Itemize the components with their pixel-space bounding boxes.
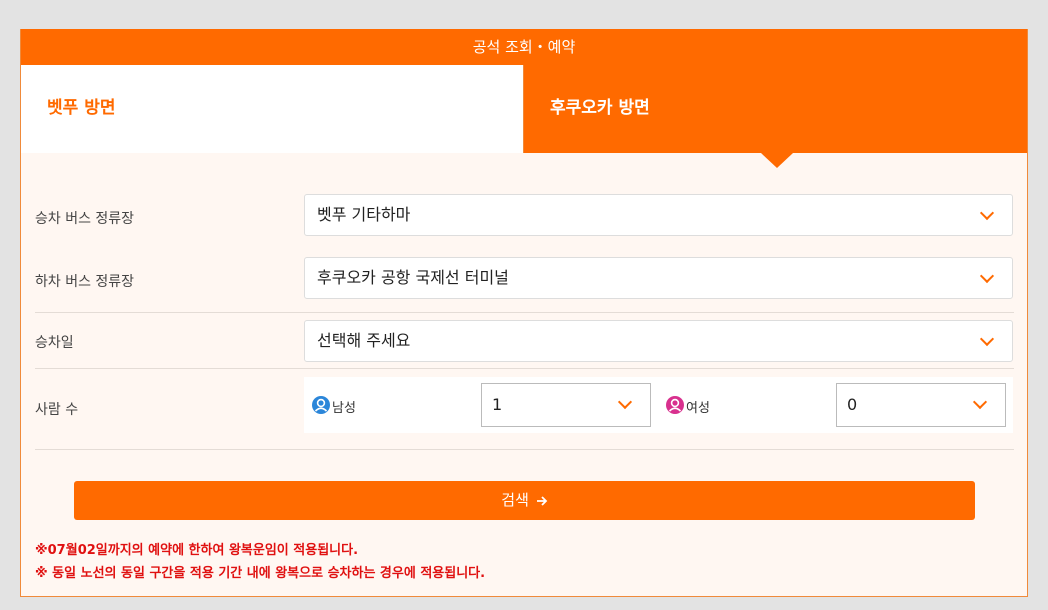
reservation-panel: 공석 조회・예약 벳푸 방면 후쿠오카 방면 승차 버스 정류장 벳푸 기타하마…: [20, 29, 1028, 597]
alighting-stop-value: 후쿠오카 공항 국제선 터미널: [317, 268, 509, 287]
male-count-select[interactable]: 1: [481, 383, 651, 427]
male-person-icon: [312, 396, 330, 414]
male-count-value: 1: [492, 395, 503, 414]
female-label: 여성: [686, 401, 710, 416]
date-label: 승차일: [35, 335, 74, 351]
alighting-stop-select[interactable]: 후쿠오카 공항 국제선 터미널: [304, 257, 1013, 299]
people-label: 사람 수: [35, 402, 79, 418]
fare-note: ※07월02일까지의 예약에 한하여 왕복운임이 적용됩니다.: [35, 543, 359, 558]
search-button-label: 검색: [501, 491, 529, 509]
female-count-select[interactable]: 0: [836, 383, 1006, 427]
divider: [35, 368, 1014, 369]
fare-condition-note: ※ 동일 노선의 동일 구간을 적용 기간 내에 왕복으로 승차하는 경우에 적…: [35, 566, 486, 581]
panel-title: 공석 조회・예약: [472, 38, 576, 56]
people-selector: 남성 1 여성 0: [304, 377, 1013, 433]
female-count-value: 0: [847, 395, 858, 414]
divider: [35, 449, 1014, 450]
chevron-down-icon: [617, 394, 633, 410]
tab-beppu[interactable]: 벳푸 방면: [21, 65, 524, 153]
date-select[interactable]: 선택해 주세요: [304, 320, 1013, 362]
female-person-icon: [666, 396, 684, 414]
boarding-stop-value: 벳푸 기타하마: [317, 205, 411, 224]
alighting-stop-label: 하차 버스 정류장: [35, 274, 135, 290]
tab-beppu-label: 벳푸 방면: [47, 98, 116, 118]
tab-fukuoka[interactable]: 후쿠오카 방면: [524, 65, 1027, 168]
chevron-down-icon: [979, 205, 995, 221]
divider: [35, 312, 1014, 313]
chevron-down-icon: [979, 268, 995, 284]
boarding-stop-select[interactable]: 벳푸 기타하마: [304, 194, 1013, 236]
tab-fukuoka-label: 후쿠오카 방면: [550, 98, 650, 118]
panel-header: 공석 조회・예약: [21, 29, 1027, 65]
male-label: 남성: [332, 401, 356, 416]
chevron-down-icon: [972, 394, 988, 410]
chevron-down-icon: [979, 331, 995, 347]
search-button[interactable]: 검색: [74, 481, 975, 520]
boarding-stop-label: 승차 버스 정류장: [35, 211, 135, 227]
arrow-right-icon: [536, 483, 548, 522]
direction-tabs: 벳푸 방면 후쿠오카 방면: [21, 65, 1027, 168]
date-value: 선택해 주세요: [317, 331, 411, 350]
